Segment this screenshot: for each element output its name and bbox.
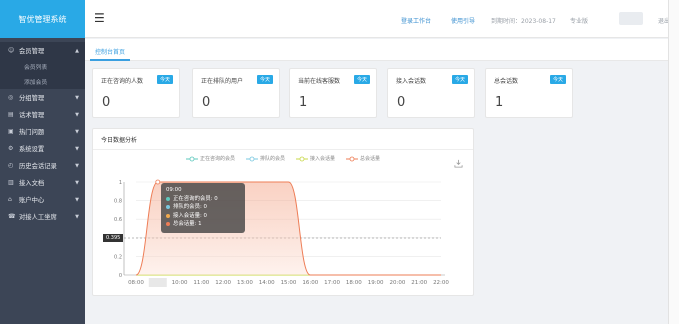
y-axis-pointer-label: 0.395 <box>103 234 124 242</box>
x-tick-label: 10:00 <box>172 280 188 286</box>
tooltip-row: 排队的会员: 0 <box>166 203 240 212</box>
y-tick-label: 1 <box>119 180 122 186</box>
y-tick-label: 0.8 <box>114 199 122 205</box>
x-tick-label: 13:00 <box>237 280 253 286</box>
x-tick-label: 11:00 <box>193 280 209 286</box>
line-chart: 00.20.40.60.8108:0009:0010:0011:0012:001… <box>114 179 449 287</box>
tooltip-row-label: 接入会话量: 0 <box>173 212 207 219</box>
x-tick-label: 12:00 <box>215 280 231 286</box>
scrollbar-track[interactable] <box>668 0 679 324</box>
tooltip-row-label: 正在咨询的会员: 0 <box>173 195 218 202</box>
tooltip-row-label: 总会话量: 1 <box>173 221 202 227</box>
series-dot <box>166 196 170 201</box>
hover-point <box>155 179 161 185</box>
tooltip-row: 正在咨询的会员: 0 <box>166 195 240 204</box>
x-pointer-label-bg <box>148 278 167 287</box>
x-tick-label: 20:00 <box>389 280 405 286</box>
x-tick-label: 18:00 <box>346 280 362 286</box>
tooltip-time: 09:00 <box>166 187 182 193</box>
y-tick-label: 0.6 <box>114 217 122 223</box>
chart-tooltip: 09:00 正在咨询的会员: 0 排队的会员: 0 接入会话量: 0 总会话量: 1 <box>161 183 245 233</box>
series-dot <box>166 222 170 227</box>
x-tick-label: 21:00 <box>411 280 427 286</box>
y-tick-label: 0 <box>119 273 122 279</box>
tooltip-row: 总会话量: 1 <box>166 220 240 229</box>
x-tick-label: 17:00 <box>324 280 340 286</box>
x-tick-label: 22:00 <box>433 280 449 286</box>
series-dot <box>166 205 170 210</box>
x-tick-label: 14:00 <box>259 280 275 286</box>
series-dot <box>166 213 170 218</box>
tooltip-row-label: 排队的会员: 0 <box>173 204 207 210</box>
x-tick-label: 15:00 <box>281 280 297 286</box>
x-tick-label: 16:00 <box>302 280 318 286</box>
tooltip-row: 接入会话量: 0 <box>166 212 240 221</box>
bottom-area <box>85 310 679 324</box>
y-tick-label: 0.2 <box>114 254 122 260</box>
x-tick-label: 19:00 <box>368 280 384 286</box>
x-tick-label: 08:00 <box>128 280 144 286</box>
tooltip-rows: 正在咨询的会员: 0 排队的会员: 0 接入会话量: 0 总会话量: 1 <box>166 195 240 229</box>
